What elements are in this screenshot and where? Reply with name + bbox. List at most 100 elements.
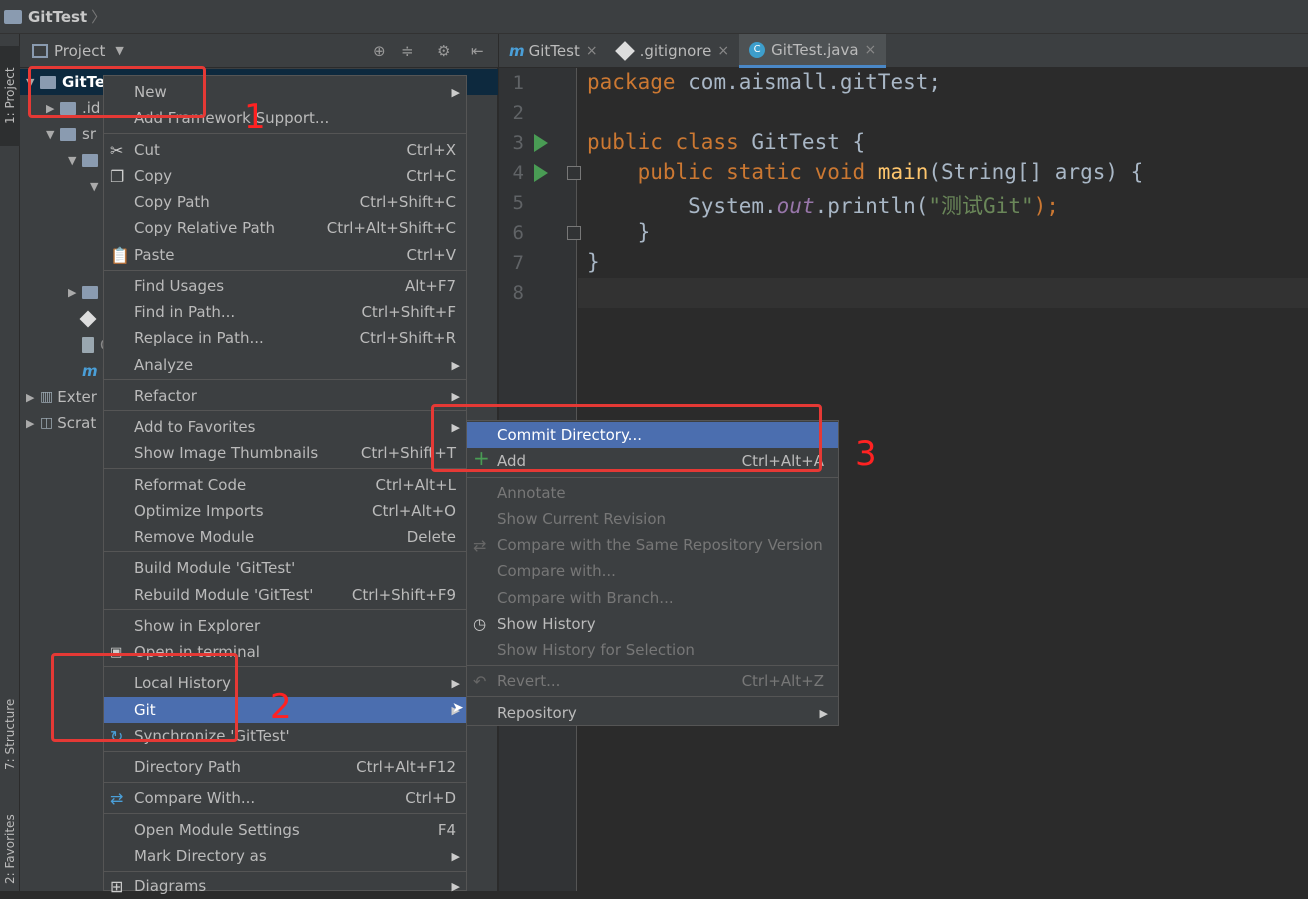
menu-separator	[104, 609, 466, 610]
submenu-arrow-icon: ▶	[819, 706, 828, 720]
menu-item-compare-with[interactable]: ⇄ Compare With... Ctrl+D	[104, 785, 466, 811]
close-icon[interactable]: ×	[717, 43, 729, 59]
menu-shortcut: Ctrl+Alt+Shift+C	[326, 219, 456, 237]
chevron-down-icon[interactable]: ▼	[115, 44, 123, 57]
gear-icon[interactable]: ⚙	[437, 42, 450, 60]
menu-item-annotate: Annotate	[467, 480, 838, 506]
editor-tab-bar: m GitTest × .gitignore × C GitTest.java …	[499, 34, 1308, 68]
menu-separator	[104, 379, 466, 380]
expand-icon[interactable]: ▶	[26, 391, 40, 404]
menu-item-replace-in-path[interactable]: Replace in Path... Ctrl+Shift+R	[104, 325, 466, 351]
menu-label: Show in Explorer	[134, 617, 261, 635]
code-text: com.aismall.gitTest;	[675, 70, 942, 94]
menu-separator	[104, 270, 466, 271]
fold-icon[interactable]	[567, 226, 581, 240]
menu-label: Compare with Branch...	[497, 589, 674, 607]
close-icon[interactable]: ×	[586, 43, 598, 59]
menu-label: Rebuild Module 'GitTest'	[134, 586, 314, 604]
menu-shortcut: Ctrl+Alt+O	[372, 502, 456, 520]
menu-item-show-image-thumbnails[interactable]: Show Image Thumbnails Ctrl+Shift+T	[104, 440, 466, 466]
menu-item-optimize-imports[interactable]: Optimize Imports Ctrl+Alt+O	[104, 498, 466, 524]
annotation-label-1: 1	[244, 97, 266, 137]
tab-gittest-pom[interactable]: m GitTest ×	[499, 34, 608, 68]
tree-item-label: Exter	[57, 388, 97, 406]
line-number: 8	[512, 282, 524, 304]
menu-item-directory-path[interactable]: Directory Path Ctrl+Alt+F12	[104, 754, 466, 780]
tab-gittest-java[interactable]: C GitTest.java ×	[739, 34, 887, 68]
tool-tab-favorites[interactable]: 2: Favorites	[0, 804, 20, 894]
project-view-selector[interactable]: Project	[54, 42, 105, 60]
menu-item-cut[interactable]: ✂ Cut Ctrl+X	[104, 137, 466, 163]
tool-tab-structure[interactable]: 7: Structure	[0, 684, 20, 784]
menu-item-show-history[interactable]: ◷ Show History	[467, 611, 838, 637]
menu-item-add-to-favorites[interactable]: Add to Favorites ▶	[104, 414, 466, 440]
submenu-arrow-icon: ▶	[451, 676, 460, 690]
menu-item-find-in-path[interactable]: Find in Path... Ctrl+Shift+F	[104, 299, 466, 325]
hide-panel-icon[interactable]: ⇤	[471, 42, 484, 60]
fold-icon[interactable]	[567, 166, 581, 180]
line-number: 4	[512, 162, 524, 184]
window-title: GitTest	[28, 7, 88, 26]
menu-item-refactor[interactable]: Refactor ▶	[104, 383, 466, 409]
menu-separator	[104, 133, 466, 134]
menu-item-repository[interactable]: Repository ▶	[467, 700, 838, 726]
menu-item-reformat-code[interactable]: Reformat Code Ctrl+Alt+L	[104, 472, 466, 498]
tree-item-label: sr	[82, 125, 96, 143]
expand-icon[interactable]: ▶	[26, 417, 40, 430]
code-text: GitTest {	[738, 130, 866, 154]
code-line: }	[587, 250, 600, 274]
code-keyword: package	[587, 70, 676, 94]
history-icon: ◷	[473, 615, 487, 633]
menu-item-mark-directory-as[interactable]: Mark Directory as ▶	[104, 843, 466, 869]
title-bar: GitTest 〉	[0, 0, 1308, 34]
run-class-icon[interactable]	[534, 134, 548, 152]
menu-item-build-module[interactable]: Build Module 'GitTest'	[104, 555, 466, 581]
git-file-icon	[79, 310, 97, 328]
expand-icon[interactable]: ▶	[68, 286, 82, 299]
git-file-icon	[614, 41, 635, 61]
tool-tab-project[interactable]: 1: Project	[0, 46, 20, 146]
menu-label: Compare with...	[497, 562, 616, 580]
close-icon[interactable]: ×	[865, 42, 877, 58]
menu-label: Annotate	[497, 484, 566, 502]
menu-item-paste[interactable]: 📋 Paste Ctrl+V	[104, 242, 466, 268]
line-number: 3	[512, 132, 524, 154]
expand-icon[interactable]: ▼	[90, 180, 104, 193]
code-function: main	[865, 160, 929, 184]
menu-item-remove-module[interactable]: Remove Module Delete	[104, 524, 466, 550]
menu-label: Copy Relative Path	[134, 219, 276, 237]
menu-shortcut: Ctrl+Shift+F	[361, 303, 456, 321]
line-number: 7	[512, 252, 524, 274]
menu-label: Remove Module	[134, 528, 255, 546]
compare-arrows-icon: ⇄	[473, 535, 487, 555]
code-line: }	[587, 220, 651, 244]
menu-separator	[104, 410, 466, 411]
expand-icon[interactable]: ▼	[68, 154, 82, 167]
menu-item-diagrams[interactable]: ⊞ Diagrams ▶	[104, 873, 466, 899]
menu-item-open-module-settings[interactable]: Open Module Settings F4	[104, 817, 466, 843]
menu-item-copy-relative-path[interactable]: Copy Relative Path Ctrl+Alt+Shift+C	[104, 215, 466, 241]
menu-item-rebuild-module[interactable]: Rebuild Module 'GitTest' Ctrl+Shift+F9	[104, 582, 466, 608]
menu-separator	[467, 665, 838, 666]
submenu-arrow-icon: ▶	[451, 85, 460, 99]
menu-item-show-history-for-selection: Show History for Selection	[467, 637, 838, 663]
tab-gitignore[interactable]: .gitignore ×	[608, 34, 740, 68]
menu-item-analyze[interactable]: Analyze ▶	[104, 352, 466, 378]
run-main-icon[interactable]	[534, 164, 548, 182]
annotation-label-3: 3	[855, 434, 877, 474]
menu-item-copy[interactable]: ❐ Copy Ctrl+C	[104, 163, 466, 189]
menu-label: Refactor	[134, 387, 197, 405]
menu-item-copy-path[interactable]: Copy Path Ctrl+Shift+C	[104, 189, 466, 215]
submenu-arrow-icon: ▶	[451, 849, 460, 863]
expand-icon[interactable]: ▼	[46, 128, 60, 141]
code-line: package com.aismall.gitTest;	[587, 70, 941, 94]
collapse-all-icon[interactable]: ≑	[401, 42, 414, 60]
locate-icon[interactable]: ⊕	[373, 42, 386, 60]
menu-item-show-current-revision: Show Current Revision	[467, 506, 838, 532]
folder-icon	[82, 285, 98, 299]
project-panel-header: Project ▼ ⊕ ≑ ⚙ ⇤	[20, 34, 498, 68]
menu-shortcut: Ctrl+Shift+R	[359, 329, 456, 347]
menu-item-show-in-explorer[interactable]: Show in Explorer	[104, 613, 466, 639]
line-number: 1	[512, 72, 524, 94]
menu-item-find-usages[interactable]: Find Usages Alt+F7	[104, 273, 466, 299]
